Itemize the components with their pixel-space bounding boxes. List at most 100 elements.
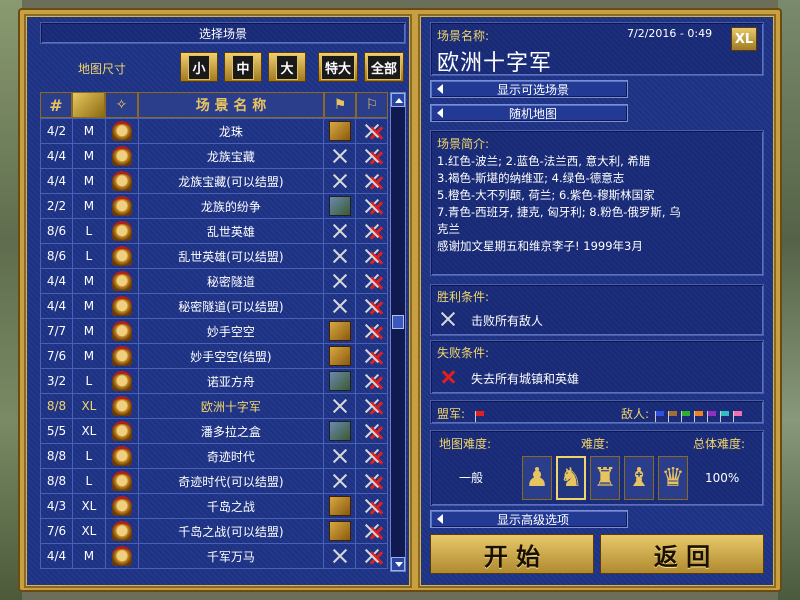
victory-condition-icon-cell xyxy=(323,118,356,144)
crossed-swords-icon xyxy=(329,221,351,241)
red-x-icon xyxy=(365,298,381,314)
enemy-flag-icon xyxy=(707,411,716,422)
difficulty-queen-button[interactable]: ♛ xyxy=(658,456,688,500)
scenario-row[interactable]: 4/3 XL 千岛之战 xyxy=(40,493,388,519)
loss-condition-icon-cell xyxy=(355,168,388,194)
crossed-swords-red-x-icon xyxy=(361,321,383,341)
scenario-row[interactable]: 4/4 M 龙族宝藏 xyxy=(40,143,388,169)
scenario-row[interactable]: 4/4 M 秘密隧道 xyxy=(40,268,388,294)
scenario-players: 8/6 xyxy=(40,243,73,269)
crossed-swords-icon xyxy=(329,446,351,466)
helmet-icon xyxy=(111,296,132,316)
scenario-row[interactable]: 4/4 M 秘密隧道(可以结盟) xyxy=(40,293,388,319)
helmet-icon xyxy=(111,171,132,191)
loss-flag-icon: ⚐ xyxy=(365,97,379,113)
difficulty-rook-button[interactable]: ♜ xyxy=(590,456,620,500)
enemy-flag-icon xyxy=(668,411,677,422)
allies-label: 盟军: xyxy=(437,407,466,421)
victory-condition-icon-cell xyxy=(323,543,356,569)
scroll-thumb[interactable] xyxy=(392,315,404,329)
map-difficulty-label: 地图难度: xyxy=(439,437,492,451)
scenario-size: XL xyxy=(71,518,106,544)
size-column-header[interactable] xyxy=(72,92,105,118)
scenario-size: L xyxy=(71,443,106,469)
scenario-table: 4/2 M 龙珠 4/4 M 龙族宝藏 4/4 M 龙族宝藏(可以结盟) 2/2 M 龙族的纷争 8/6… xyxy=(40,118,388,569)
arrow-left-icon xyxy=(437,514,443,524)
show-available-scenarios-button[interactable]: 显示可选场景 xyxy=(430,80,628,98)
scenario-row[interactable]: 8/8 L 奇迹时代(可以结盟) xyxy=(40,468,388,494)
scroll-up-button[interactable] xyxy=(391,93,405,107)
helmet-icon-cell xyxy=(104,543,139,569)
scenario-row[interactable]: 4/4 M 千军万马 xyxy=(40,543,388,569)
loss-condition-icon-cell xyxy=(355,493,388,519)
back-button[interactable]: 返 回 xyxy=(600,534,764,574)
helmet-icon xyxy=(111,496,132,516)
crossed-swords-icon xyxy=(329,296,351,316)
horn-icon: ✧ xyxy=(115,97,128,113)
helmet-icon-cell xyxy=(104,193,139,219)
red-x-icon xyxy=(365,173,381,189)
enemy-flags xyxy=(655,407,746,426)
scenario-row[interactable]: 7/6 M 妙手空空(结盟) xyxy=(40,343,388,369)
scenario-row[interactable]: 7/7 M 妙手空空 xyxy=(40,318,388,344)
scenario-row[interactable]: 8/8 L 奇迹时代 xyxy=(40,443,388,469)
loss-condition-icon-cell xyxy=(355,543,388,569)
scenario-size: M xyxy=(71,343,106,369)
scenario-row[interactable]: 5/5 XL 潘多拉之盒 xyxy=(40,418,388,444)
players-column-header[interactable]: # xyxy=(40,92,72,118)
scenario-players: 4/4 xyxy=(40,168,73,194)
crossed-swords-red-x-icon xyxy=(361,246,383,266)
description-line: 1.红色-波兰; 2.蓝色-法兰西, 意大利, 希腊 xyxy=(437,154,651,168)
scenario-players: 4/4 xyxy=(40,293,73,319)
loss-condition-icon-cell xyxy=(355,143,388,169)
map-size-button-1[interactable]: 中 xyxy=(224,52,262,82)
name-column-header[interactable]: 场 景 名 称 xyxy=(138,92,324,118)
map-size-button-0[interactable]: 小 xyxy=(180,52,218,82)
scenario-players: 7/7 xyxy=(40,318,73,344)
start-button[interactable]: 开 始 xyxy=(430,534,594,574)
difficulty-knight-button[interactable]: ♞ xyxy=(556,456,586,500)
enemy-flag-icon xyxy=(733,411,742,422)
helmet-icon-cell xyxy=(104,218,139,244)
map-size-button-3[interactable]: 特大 xyxy=(318,52,358,82)
scenario-scrollbar[interactable] xyxy=(390,92,406,572)
scenario-row[interactable]: 3/2 L 诺亚方舟 xyxy=(40,368,388,394)
difficulty-bishop-button[interactable]: ♝ xyxy=(624,456,654,500)
victory-condition-icon-cell xyxy=(323,518,356,544)
victory-column-header[interactable]: ⚑ xyxy=(324,92,356,118)
version-column-header[interactable]: ✧ xyxy=(105,92,138,118)
scenario-name-cell: 千岛之战(可以结盟) xyxy=(137,518,325,544)
crossed-swords-icon xyxy=(329,146,351,166)
start-button-label: 开 始 xyxy=(483,541,541,571)
map-size-button-2[interactable]: 大 xyxy=(268,52,306,82)
scenario-size: XL xyxy=(71,493,106,519)
scenario-players: 8/8 xyxy=(40,393,73,419)
victory-condition-icon-cell xyxy=(323,218,356,244)
map-size-button-4[interactable]: 全部 xyxy=(364,52,404,82)
artifact-icon xyxy=(328,346,351,366)
show-advanced-options-button[interactable]: 显示高级选项 xyxy=(430,510,628,528)
red-x-icon xyxy=(365,423,381,439)
red-x-icon xyxy=(365,198,381,214)
scenario-row[interactable]: 8/6 L 乱世英雄(可以结盟) xyxy=(40,243,388,269)
crossed-swords-icon xyxy=(329,471,351,491)
scenario-name-cell: 龙族宝藏 xyxy=(137,143,325,169)
scenario-row[interactable]: 8/6 L 乱世英雄 xyxy=(40,218,388,244)
name-column-label: 场 景 名 称 xyxy=(195,98,267,114)
scenario-row[interactable]: 7/6 XL 千岛之战(可以结盟) xyxy=(40,518,388,544)
scenario-row[interactable]: 2/2 M 龙族的纷争 xyxy=(40,193,388,219)
loss-condition-icon-cell xyxy=(355,243,388,269)
left-title-bar: 选择场景 xyxy=(40,22,406,44)
scenario-row[interactable]: 8/8 XL 欧洲十字军 xyxy=(40,393,388,419)
random-map-button[interactable]: 随机地图 xyxy=(430,104,628,122)
victory-condition-icon-cell xyxy=(323,468,356,494)
scenario-row[interactable]: 4/2 M 龙珠 xyxy=(40,118,388,144)
scroll-down-button[interactable] xyxy=(391,557,405,571)
scenario-name-cell: 诺亚方舟 xyxy=(137,368,325,394)
helmet-icon xyxy=(111,146,132,166)
helmet-icon xyxy=(111,471,132,491)
loss-column-header[interactable]: ⚐ xyxy=(356,92,388,118)
difficulty-pawn-button[interactable]: ♟ xyxy=(522,456,552,500)
scenario-players: 4/4 xyxy=(40,543,73,569)
scenario-row[interactable]: 4/4 M 龙族宝藏(可以结盟) xyxy=(40,168,388,194)
